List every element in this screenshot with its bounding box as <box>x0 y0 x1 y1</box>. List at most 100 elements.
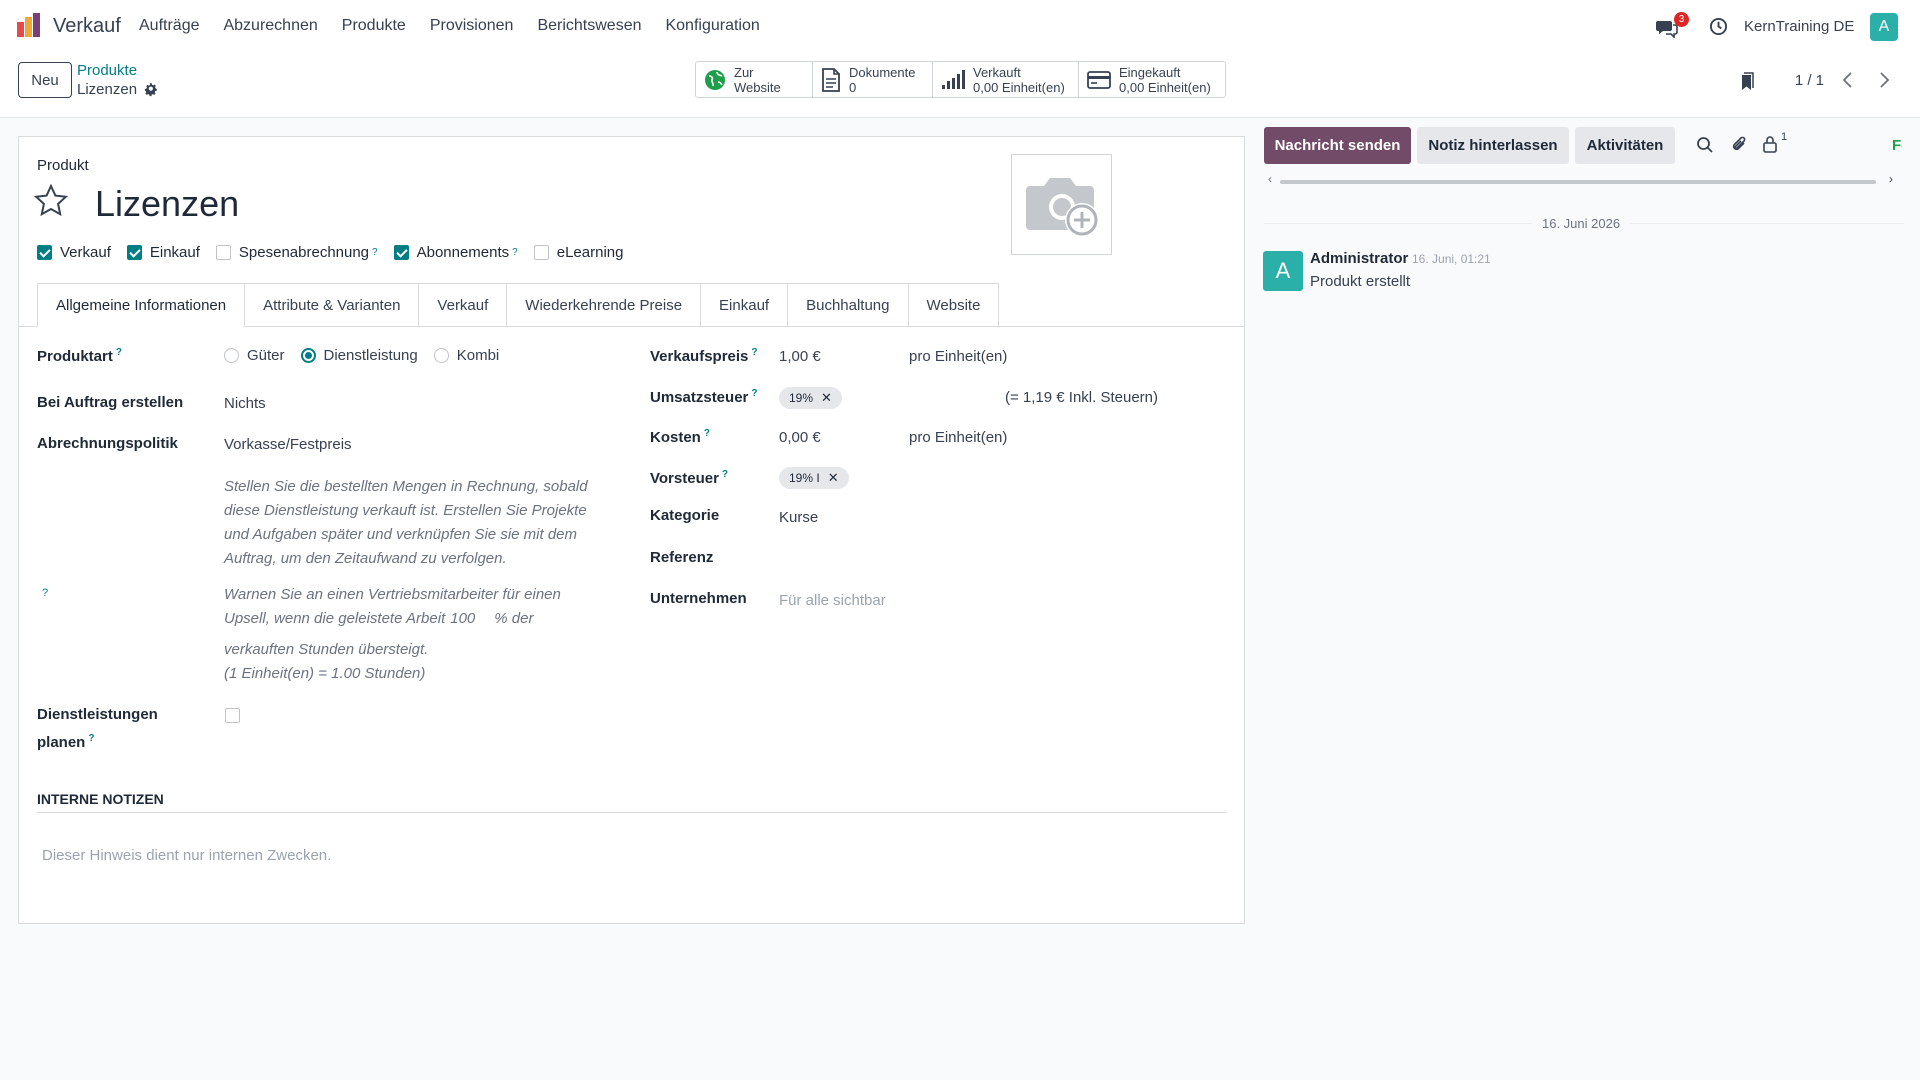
menu-item-abzurechnen[interactable]: Abzurechnen <box>223 17 317 35</box>
pager-value[interactable]: 1 / 1 <box>1795 72 1824 89</box>
paperclip-icon[interactable] <box>1730 134 1748 154</box>
bookmark-icon[interactable] <box>1739 72 1755 92</box>
tab-buchhaltung[interactable]: Buchhaltung <box>788 283 909 327</box>
vorsteuer-tag: 19% I ✕ <box>779 467 849 489</box>
help-icon[interactable]: ? <box>372 247 378 258</box>
activity-systray[interactable] <box>1709 0 1728 53</box>
tab-verkauf[interactable]: Verkauf <box>419 283 508 327</box>
tab-einkauf[interactable]: Einkauf <box>701 283 789 327</box>
tab-website[interactable]: Website <box>908 283 1000 327</box>
planen-label-line1: Dienstleistungen <box>37 706 158 723</box>
message-author-avatar[interactable]: A <box>1263 251 1303 291</box>
smart-button-website[interactable]: Zur Website <box>696 62 813 97</box>
user-menu[interactable]: A <box>1870 0 1898 53</box>
upsell-line-2b: % der <box>494 610 534 627</box>
tab-allgemeine-informationen[interactable]: Allgemeine Informationen <box>37 283 246 327</box>
produktart-label: Produktart? <box>37 347 122 365</box>
kosten-label-text: Kosten <box>650 429 701 446</box>
clock-icon[interactable] <box>1709 17 1728 36</box>
bar-chart-icon <box>942 69 965 89</box>
breadcrumb-parent[interactable]: Produkte <box>77 62 137 79</box>
kategorie-select[interactable]: Kurse <box>779 509 818 526</box>
company-switcher[interactable]: KernTraining DE <box>1744 0 1854 53</box>
radio-gueter[interactable] <box>224 348 239 363</box>
chevron-right-icon[interactable] <box>1874 69 1894 91</box>
menu-item-berichtswesen[interactable]: Berichtswesen <box>537 17 641 35</box>
menu-item-konfiguration[interactable]: Konfiguration <box>665 17 759 35</box>
upsell-threshold-input[interactable]: 100 <box>450 607 494 632</box>
umsatzsteuer-label-text: Umsatzsteuer <box>650 389 749 406</box>
umsatzsteuer-tag-label: 19% <box>789 391 814 405</box>
auftrag-erstellen-select[interactable]: Nichts <box>224 395 266 412</box>
smart-button-documents[interactable]: Dokumente 0 <box>813 62 933 97</box>
option-verkauf-checkbox[interactable] <box>37 245 52 260</box>
option-abonnements-label: Abonnements <box>416 244 510 261</box>
messages-systray[interactable]: 3 <box>1656 0 1689 53</box>
user-avatar[interactable]: A <box>1870 12 1898 41</box>
tab-attribute-varianten[interactable]: Attribute & Varianten <box>245 283 420 327</box>
abrechnungspolitik-select[interactable]: Vorkasse/Festpreis <box>224 436 352 453</box>
vorsteuer-label: Vorsteuer? <box>650 469 728 487</box>
option-abonnements-checkbox[interactable] <box>393 245 409 260</box>
option-elearning-label: eLearning <box>556 244 624 261</box>
product-title[interactable]: Lizenzen <box>95 183 239 225</box>
help-icon[interactable]: ? <box>751 388 757 399</box>
scrollbar-thumb[interactable] <box>1280 180 1876 184</box>
new-button[interactable]: Neu <box>18 62 72 98</box>
search-icon[interactable] <box>1696 136 1714 154</box>
remove-tag-icon[interactable]: ✕ <box>821 390 832 406</box>
smart-button-purchased[interactable]: Eingekauft 0,00 Einheit(en) <box>1079 62 1225 97</box>
star-icon[interactable] <box>33 183 69 219</box>
hint-line: und Aufgaben später und verknüpfen Sie s… <box>224 526 577 543</box>
unternehmen-select[interactable]: Für alle sichtbar <box>779 592 886 609</box>
smart-purchased-line1: Eingekauft <box>1119 64 1181 80</box>
radio-kombi[interactable] <box>433 348 449 363</box>
notes-input[interactable]: Dieser Hinweis dient nur internen Zwecke… <box>42 847 331 864</box>
help-icon[interactable]: ? <box>116 347 122 358</box>
verkaufspreis-input[interactable]: 1,00 € <box>779 348 821 365</box>
unternehmen-label: Unternehmen <box>650 590 747 607</box>
company-name[interactable]: KernTraining DE <box>1744 18 1854 35</box>
tab-wiederkehrende-preise[interactable]: Wiederkehrende Preise <box>507 283 702 327</box>
option-spesen-checkbox[interactable] <box>215 245 231 260</box>
help-icon[interactable]: ? <box>42 587 48 599</box>
gear-icon[interactable] <box>144 82 158 97</box>
chevron-left-icon[interactable] <box>1838 69 1858 91</box>
lock-icon[interactable] <box>1762 135 1778 153</box>
kosten-input[interactable]: 0,00 € <box>779 429 821 446</box>
menu-item-auftraege[interactable]: Aufträge <box>139 17 199 35</box>
produktart-radio-group: Güter Dienstleistung Kombi <box>224 347 499 364</box>
help-icon[interactable]: ? <box>722 469 728 480</box>
top-navbar: Verkauf Aufträge Abzurechnen Produkte Pr… <box>0 0 1920 53</box>
log-note-button[interactable]: Notiz hinterlassen <box>1417 127 1569 164</box>
scroll-left-icon[interactable]: ‹ <box>1268 172 1272 186</box>
help-icon[interactable]: ? <box>88 733 94 744</box>
help-icon[interactable]: ? <box>512 247 518 258</box>
radio-dienstleistung[interactable] <box>300 348 316 363</box>
app-name[interactable]: Verkauf <box>53 15 121 38</box>
product-image-upload[interactable] <box>1011 154 1112 255</box>
chatter-scrollbar[interactable]: ‹ › <box>1264 172 1904 188</box>
message-author[interactable]: Administrator <box>1310 250 1408 267</box>
menu-item-provisionen[interactable]: Provisionen <box>430 17 514 35</box>
smart-button-sold[interactable]: Verkauft 0,00 Einheit(en) <box>933 62 1079 97</box>
follow-button[interactable]: Fo <box>1892 137 1902 154</box>
help-icon[interactable]: ? <box>704 428 710 439</box>
option-elearning-checkbox[interactable] <box>533 245 549 260</box>
dienstleistungen-planen-checkbox[interactable] <box>225 708 240 724</box>
help-icon[interactable]: ? <box>751 347 757 358</box>
kategorie-label: Kategorie <box>650 507 720 524</box>
verkaufspreis-label: Verkaufspreis? <box>650 347 758 365</box>
scroll-right-icon[interactable]: › <box>1889 172 1893 186</box>
referenz-input[interactable] <box>779 547 1079 569</box>
activities-button[interactable]: Aktivitäten <box>1575 127 1675 164</box>
menu-item-produkte[interactable]: Produkte <box>342 17 406 35</box>
remove-tag-icon[interactable]: ✕ <box>828 470 839 486</box>
option-einkauf-checkbox[interactable] <box>126 245 142 260</box>
abrechnungspolitik-hint: Stellen Sie die bestellten Mengen in Rec… <box>224 475 588 571</box>
send-message-button[interactable]: Nachricht senden <box>1264 127 1411 164</box>
smart-buttons: Zur Website Dokumente 0 Verkauft 0,00 Ei… <box>695 61 1226 98</box>
app-logo-icon[interactable] <box>16 12 42 38</box>
option-spesen-label: Spesenabrechnung <box>238 244 370 261</box>
radio-dienstleistung-label: Dienstleistung <box>323 347 418 364</box>
